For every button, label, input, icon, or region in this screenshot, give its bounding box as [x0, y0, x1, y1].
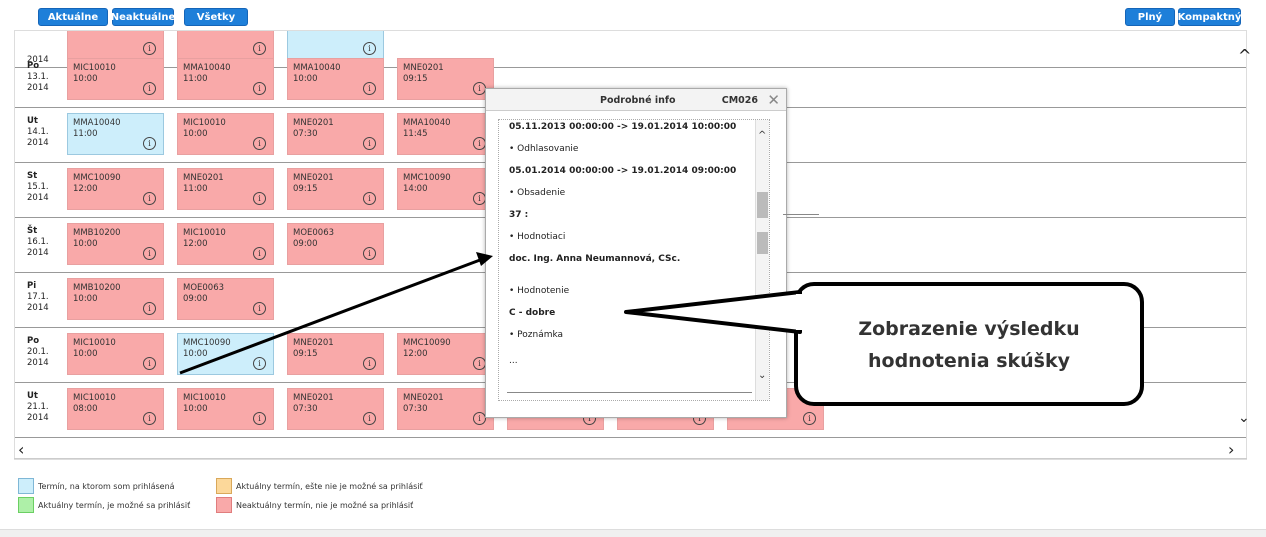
- arrow-head: [476, 252, 493, 266]
- callout-pointer: [624, 290, 802, 334]
- callout-pointer-cover: [796, 294, 806, 330]
- arrow-line: [179, 258, 481, 375]
- annotation-arrows: [179, 252, 806, 375]
